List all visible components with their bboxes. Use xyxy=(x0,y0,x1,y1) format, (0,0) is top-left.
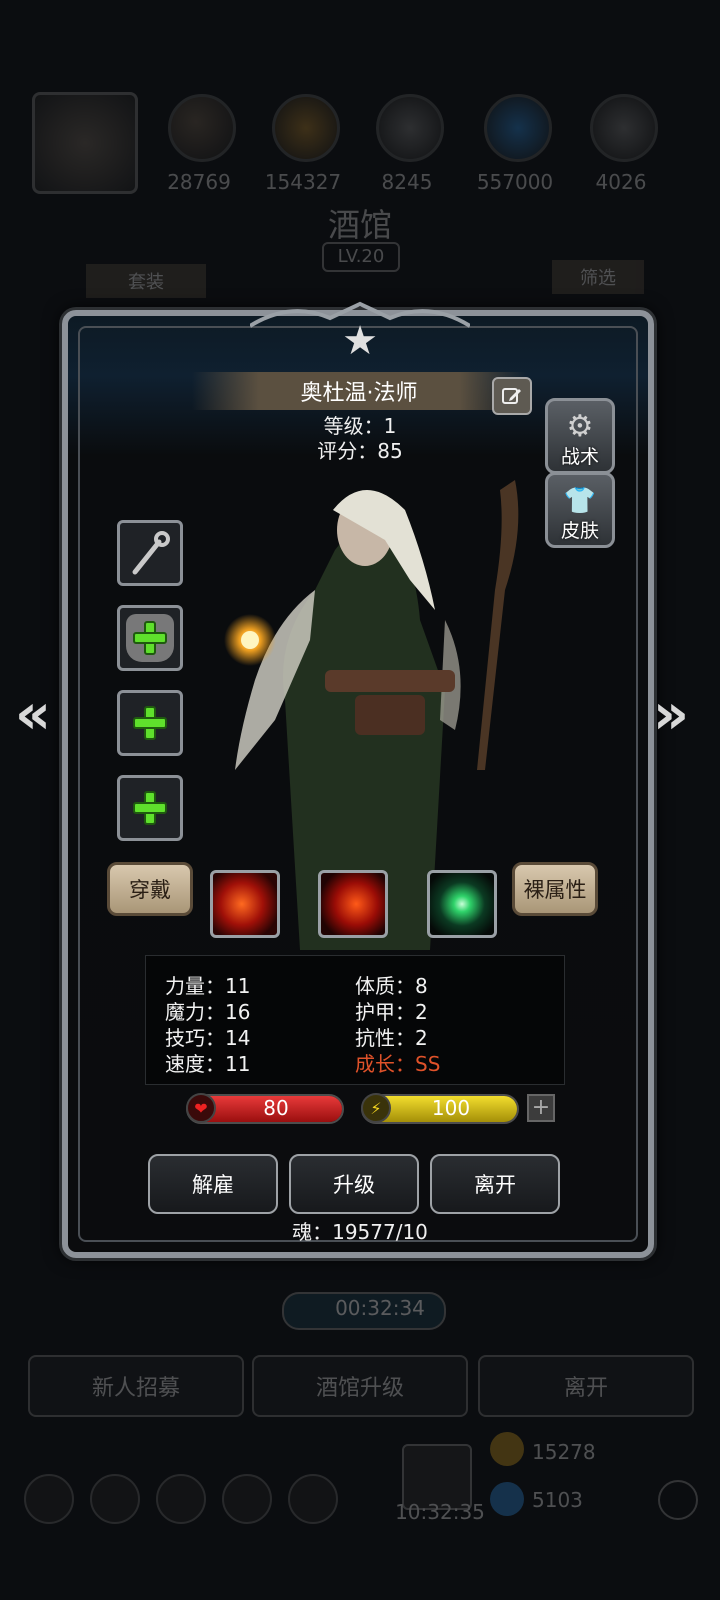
add-icon xyxy=(133,791,167,825)
dock-icon-2[interactable] xyxy=(90,1474,140,1524)
blue-gem-icon xyxy=(490,1482,524,1516)
tavern-title: 酒馆 xyxy=(327,206,392,244)
leave-button[interactable]: 离开 xyxy=(430,1154,560,1214)
heart-icon: ❤ xyxy=(186,1093,216,1123)
prev-hero-arrow[interactable]: « xyxy=(8,685,58,745)
tab-filter[interactable]: 筛选 xyxy=(552,260,644,294)
green-crystal-skill-icon[interactable] xyxy=(427,870,497,938)
stat-constitution: 体质：8 xyxy=(355,974,428,998)
dock-icon-3[interactable] xyxy=(156,1474,206,1524)
resource-icon-1 xyxy=(168,94,236,162)
timer-text: 00:32:34 xyxy=(335,1296,425,1320)
soul-counter: 魂：19577/10 xyxy=(292,1220,428,1244)
bare-attributes-button[interactable]: 裸属性 xyxy=(512,862,598,916)
resource-value-2: 154327 xyxy=(264,170,342,194)
gold-coin-icon xyxy=(490,1432,524,1466)
add-icon xyxy=(133,706,167,740)
counter-2: 5103 xyxy=(532,1488,583,1512)
add-energy-button[interactable]: + xyxy=(527,1094,555,1122)
player-portrait xyxy=(32,92,138,194)
skin-label: 皮肤 xyxy=(560,520,599,542)
staff-icon xyxy=(132,531,170,575)
equip-slot-accessory-2[interactable] xyxy=(117,775,183,841)
skin-button[interactable]: 👕 皮肤 xyxy=(545,472,615,548)
edit-icon xyxy=(502,388,521,404)
equip-slot-accessory-1[interactable] xyxy=(117,690,183,756)
tavern-leave-button[interactable]: 离开 xyxy=(478,1355,694,1417)
hp-value: 80 xyxy=(263,1096,289,1120)
equip-slot-weapon[interactable] xyxy=(117,520,183,586)
tab-suit[interactable]: 套装 xyxy=(86,264,206,298)
upgrade-button[interactable]: 升级 xyxy=(289,1154,419,1214)
resource-value-4: 557000 xyxy=(476,170,554,194)
stat-resistance: 抗性：2 xyxy=(355,1026,428,1050)
fire-skill-icon[interactable] xyxy=(210,870,280,938)
star-rank-icon: ★ xyxy=(342,318,378,364)
resource-value-5: 4026 xyxy=(595,170,647,194)
resource-icon-4 xyxy=(484,94,552,162)
dock-icon-1[interactable] xyxy=(24,1474,74,1524)
resource-icon-3 xyxy=(376,94,444,162)
tactics-label: 战术 xyxy=(560,446,599,468)
resource-icon-5 xyxy=(590,94,658,162)
hero-name-banner: 奥杜温·法师 xyxy=(192,372,526,410)
equip-slot-armor[interactable] xyxy=(117,605,183,671)
add-icon xyxy=(133,621,167,655)
lightning-icon: ⚡ xyxy=(361,1093,391,1123)
dock-icon-5[interactable] xyxy=(288,1474,338,1524)
hero-name: 奥杜温·法师 xyxy=(300,381,418,406)
resource-value-1: 28769 xyxy=(167,170,231,194)
tavern-upgrade-button[interactable]: 酒馆升级 xyxy=(252,1355,468,1417)
clock-text: 10:32:35 xyxy=(395,1500,485,1524)
dismiss-button[interactable]: 解雇 xyxy=(148,1154,278,1214)
stat-growth: 成长：SS xyxy=(355,1052,441,1076)
resource-value-3: 8245 xyxy=(381,170,433,194)
gear-icon: ⚙ xyxy=(566,409,594,444)
stat-magic: 魔力：16 xyxy=(165,1000,251,1024)
next-hero-arrow[interactable]: » xyxy=(646,685,696,745)
stat-speed: 速度：11 xyxy=(165,1052,251,1076)
fire-skill-icon[interactable] xyxy=(318,870,388,938)
tavern-level: LV.20 xyxy=(322,242,400,272)
dock-icon-4[interactable] xyxy=(222,1474,272,1524)
stat-skill: 技巧：14 xyxy=(165,1026,251,1050)
mp-value: 100 xyxy=(431,1096,471,1120)
stat-armor: 护甲：2 xyxy=(355,1000,428,1024)
tactics-button[interactable]: ⚙ 战术 xyxy=(545,398,615,474)
resource-icon-2 xyxy=(272,94,340,162)
stat-strength: 力量：11 xyxy=(165,974,251,998)
add-currency-icon[interactable] xyxy=(658,1480,698,1520)
shirt-icon: 👕 xyxy=(563,486,597,516)
counter-1: 15278 xyxy=(532,1440,596,1464)
wear-button[interactable]: 穿戴 xyxy=(107,862,193,916)
recruit-button[interactable]: 新人招募 xyxy=(28,1355,244,1417)
